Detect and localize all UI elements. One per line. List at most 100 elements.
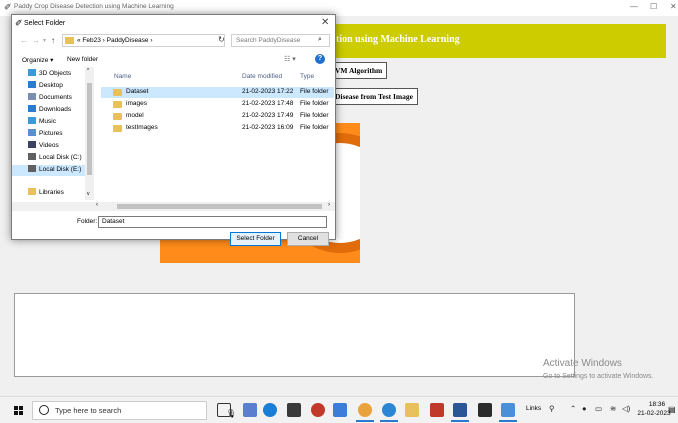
address-text: « Feb23 › PaddyDisease › — [77, 37, 153, 44]
folder-icon — [113, 113, 122, 120]
task-view-icon[interactable] — [217, 403, 231, 417]
file-row-model[interactable]: model 21-02-2023 17:49 File folder — [101, 111, 334, 122]
folder-input-value: Dataset — [102, 218, 125, 225]
dialog-title: Select Folder — [24, 20, 66, 27]
taskbar-search[interactable]: Type here to search 🎙 — [32, 401, 236, 420]
feather-icon: ✐ — [4, 2, 12, 12]
nav-item-downloads[interactable]: Downloads — [28, 105, 71, 115]
scroll-right-icon[interactable]: › — [328, 202, 330, 208]
nav-item-libraries[interactable]: Libraries — [28, 188, 64, 198]
search-placeholder: Search PaddyDisease — [236, 37, 301, 44]
column-name[interactable]: Name — [114, 73, 131, 80]
nav-item-pictures[interactable]: Pictures — [28, 129, 62, 139]
music-icon — [28, 117, 36, 124]
folder-label: Folder: — [77, 218, 98, 225]
feather-icon: ✐ — [15, 18, 23, 28]
desktop-icon — [28, 81, 36, 88]
back-icon[interactable]: ← — [20, 36, 28, 45]
up-icon[interactable]: ↑ — [51, 36, 55, 45]
scroll-down-icon[interactable]: v — [87, 191, 90, 197]
battery-icon[interactable]: ▭ — [595, 404, 602, 413]
volume-icon[interactable]: ◁) — [622, 404, 630, 413]
activate-windows-subtitle: Go to Settings to activate Windows. — [543, 373, 654, 380]
svm-algorithm-button[interactable]: VM Algorithm — [330, 62, 388, 79]
recent-chevron-icon[interactable]: ▾ — [43, 37, 46, 44]
app-icon[interactable] — [311, 403, 325, 417]
downloads-icon — [28, 105, 36, 112]
horizontal-scrollbar[interactable]: ‹ › — [12, 202, 335, 211]
file-explorer-icon[interactable] — [405, 403, 419, 417]
cancel-button[interactable]: Cancel — [287, 232, 329, 246]
nav-item-desktop[interactable]: Desktop — [28, 81, 63, 91]
folder-input[interactable]: Dataset — [98, 216, 327, 228]
nav-item-local-disk-e[interactable]: Local Disk (E:) — [12, 165, 85, 176]
store-icon[interactable] — [287, 403, 301, 417]
app-title: Paddy Crop Disease Detection using Machi… — [14, 3, 174, 10]
refresh-icon[interactable]: ↻ — [218, 35, 225, 44]
app-icon[interactable] — [430, 403, 444, 417]
search-input[interactable]: Search PaddyDisease ⌕ — [231, 34, 330, 47]
search-icon: ⌕ — [318, 36, 322, 43]
nav-item-local-disk-c[interactable]: Local Disk (C:) — [28, 153, 82, 163]
address-bar[interactable]: « Feb23 › PaddyDisease › ⌄ — [62, 34, 250, 47]
drive-icon — [28, 165, 36, 172]
search-icon — [39, 405, 49, 415]
nav-scroll-thumb[interactable] — [87, 83, 92, 175]
file-row-testimages[interactable]: testImages 21-02-2023 16:09 File folder — [101, 123, 334, 134]
wifi-icon[interactable]: ≋ — [610, 404, 616, 413]
nav-item-videos[interactable]: Videos — [28, 141, 59, 151]
scroll-up-icon[interactable]: ^ — [87, 68, 89, 74]
chevron-up-icon[interactable]: ⌃ — [570, 404, 576, 413]
taskbar-search-text: Type here to search — [55, 406, 122, 415]
activate-windows-title: Activate Windows — [543, 358, 622, 369]
select-folder-button[interactable]: Select Folder — [230, 232, 281, 246]
close-button[interactable]: ✕ — [670, 2, 677, 11]
edge-icon[interactable] — [263, 403, 277, 417]
file-row-images[interactable]: images 21-02-2023 17:48 File folder — [101, 99, 334, 110]
detect-disease-button[interactable]: Disease from Test Image — [330, 88, 418, 105]
notification-icon[interactable]: ▤ — [668, 405, 676, 414]
links-toolbar[interactable]: Links — [526, 405, 541, 412]
navigation-pane: 3D Objects Desktop Documents Downloads M… — [12, 67, 94, 202]
column-type[interactable]: Type — [300, 73, 314, 80]
column-date-modified[interactable]: Date modified — [242, 73, 282, 80]
maximize-button[interactable]: ☐ — [650, 2, 657, 11]
minimize-button[interactable]: — — [630, 2, 638, 11]
folder-icon — [113, 101, 122, 108]
drive-icon — [28, 153, 36, 160]
tray-app-icon[interactable]: ● — [582, 404, 587, 413]
windows-start-icon[interactable] — [14, 406, 23, 415]
help-icon[interactable]: ? — [315, 54, 325, 64]
organize-menu[interactable]: Organize ▾ — [22, 56, 53, 64]
libraries-icon — [28, 188, 36, 195]
folder-icon — [65, 37, 74, 44]
view-options-icon[interactable]: ☷ ▾ — [284, 55, 296, 63]
file-row-dataset[interactable]: Dataset 21-02-2023 17:22 File folder — [101, 87, 334, 98]
horizontal-scroll-thumb[interactable] — [117, 204, 322, 209]
python-icon[interactable] — [499, 403, 517, 422]
nav-item-music[interactable]: Music — [28, 117, 56, 127]
output-textarea[interactable] — [14, 293, 575, 377]
nav-item-3d-objects[interactable]: 3D Objects — [28, 69, 71, 79]
word-icon[interactable] — [451, 403, 469, 422]
python-icon[interactable] — [333, 403, 347, 417]
chrome-icon[interactable] — [380, 403, 398, 422]
new-folder-button[interactable]: New folder — [67, 56, 98, 63]
scroll-left-icon[interactable]: ‹ — [96, 202, 98, 208]
dialog-close-button[interactable]: ✕ — [321, 17, 329, 28]
forward-icon[interactable]: → — [32, 36, 40, 45]
pictures-icon — [28, 129, 36, 136]
navigation-row: ← → ▾ ↑ « Feb23 › PaddyDisease › ⌄ ↻ Sea… — [12, 33, 335, 49]
widget-icon[interactable] — [243, 403, 257, 417]
chrome-icon[interactable] — [356, 403, 374, 422]
documents-icon — [28, 93, 36, 100]
select-folder-dialog: ✐ Select Folder ✕ ← → ▾ ↑ « Feb23 › Padd… — [11, 14, 336, 246]
header-title: tion using Machine Learning — [336, 34, 460, 45]
people-icon[interactable]: ⚲ — [549, 404, 555, 413]
nav-item-documents[interactable]: Documents — [28, 93, 72, 103]
taskbar: Type here to search 🎙 Links ⚲ ⌃ ● ▭ ≋ ◁)… — [0, 396, 678, 423]
folder-icon — [113, 125, 122, 132]
terminal-icon[interactable] — [478, 403, 492, 417]
3d-objects-icon — [28, 69, 36, 76]
videos-icon — [28, 141, 36, 148]
